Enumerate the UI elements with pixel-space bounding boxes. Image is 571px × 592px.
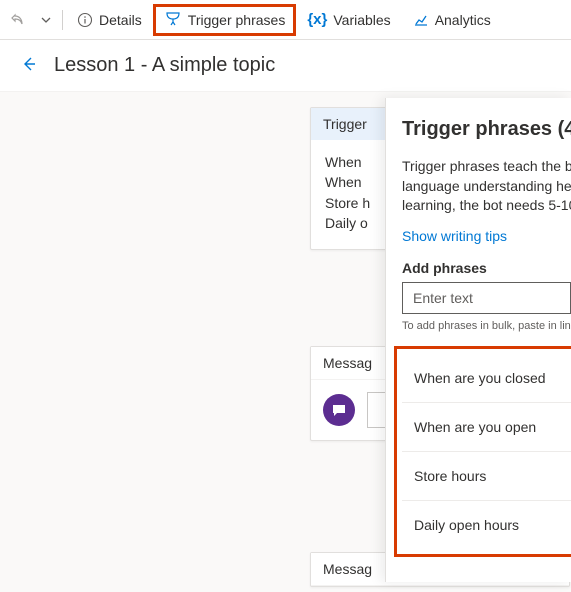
title-row: Lesson 1 - A simple topic — [0, 40, 571, 92]
analytics-icon — [413, 12, 429, 28]
analytics-button[interactable]: Analytics — [403, 6, 501, 34]
trigger-icon — [164, 11, 182, 29]
variables-label: Variables — [333, 12, 390, 28]
trigger-phrases-button[interactable]: Trigger phrases — [154, 5, 296, 35]
dropdown-button[interactable] — [34, 8, 58, 32]
panel-description: Trigger phrases teach the bot language u… — [402, 157, 571, 216]
add-phrase-input[interactable] — [402, 282, 571, 314]
toolbar: Details Trigger phrases {x} Variables An… — [0, 0, 571, 40]
arrow-left-icon — [20, 55, 38, 73]
phrase-item[interactable]: When are you closed — [402, 354, 571, 402]
info-icon — [77, 12, 93, 28]
bulk-hint: To add phrases in bulk, paste in line-se… — [402, 320, 571, 332]
trigger-phrases-panel: Trigger phrases (4) Trigger phrases teac… — [385, 98, 571, 582]
details-label: Details — [99, 12, 142, 28]
back-button[interactable] — [20, 55, 38, 76]
undo-button[interactable] — [4, 6, 32, 34]
add-phrases-label: Add phrases — [402, 260, 571, 276]
phrase-item[interactable]: When are you open — [402, 402, 571, 451]
analytics-label: Analytics — [435, 12, 491, 28]
page-title: Lesson 1 - A simple topic — [54, 54, 275, 77]
phrase-item[interactable]: Store hours — [402, 451, 571, 500]
variables-button[interactable]: {x} Variables — [297, 5, 400, 34]
writing-tips-link[interactable]: Show writing tips — [402, 228, 507, 244]
panel-title: Trigger phrases (4) — [402, 118, 571, 141]
variables-icon: {x} — [307, 11, 327, 28]
trigger-phrases-label: Trigger phrases — [188, 12, 286, 28]
phrase-item[interactable]: Daily open hours — [402, 500, 571, 549]
chat-icon — [323, 394, 355, 426]
details-button[interactable]: Details — [67, 6, 152, 34]
separator — [62, 10, 63, 30]
phrase-list: When are you closed When are you open St… — [402, 354, 571, 549]
